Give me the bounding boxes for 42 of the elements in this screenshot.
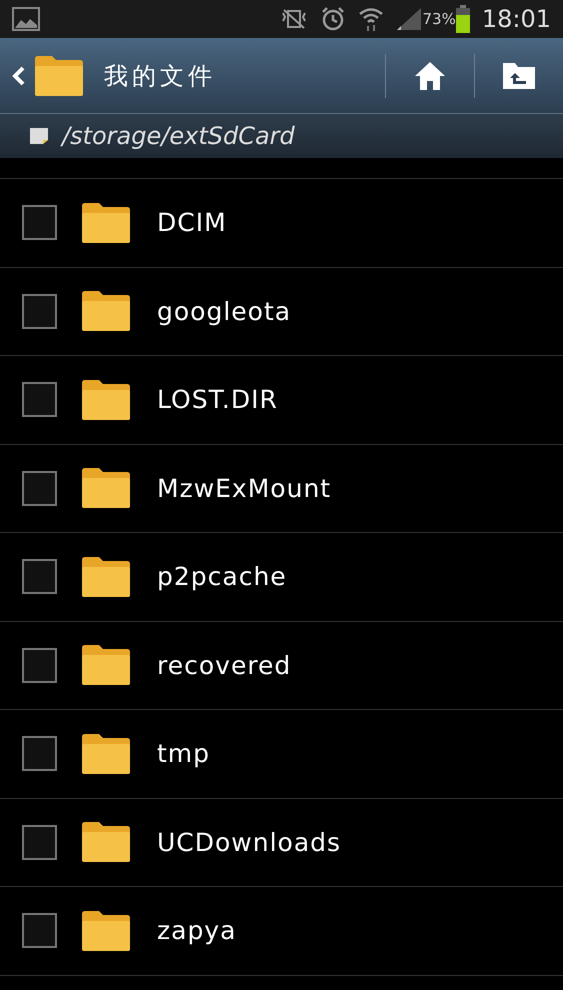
checkbox[interactable] [22,648,57,683]
checkbox[interactable] [22,559,57,594]
folder-icon [81,467,131,510]
battery-icon [456,5,470,33]
folder-up-icon [502,62,536,90]
alarm-icon [320,6,346,32]
checkbox[interactable] [22,294,57,329]
folder-icon [81,732,131,775]
folder-icon [81,556,131,598]
folder-name[interactable]: MzwExMount [157,470,332,507]
checkbox[interactable] [22,382,57,418]
checkbox[interactable] [22,824,57,860]
folder-icon [81,821,131,864]
folder-icon [34,54,84,96]
folder-name[interactable]: recovered [157,646,292,684]
folder-name[interactable]: googleota [157,292,292,330]
folder-name[interactable]: zapya [157,912,236,950]
sd-card-icon [28,127,50,145]
folder-icon [81,644,131,686]
battery-percent: 73% [422,8,456,30]
checkbox[interactable] [22,736,57,772]
checkbox[interactable] [22,913,57,948]
clock-time: 18:01 [482,4,551,35]
signal-icon [396,7,422,31]
folder-icon [81,910,131,952]
folder-icon [81,378,131,421]
folder-name[interactable]: LOST.DIR [157,381,278,418]
folder-icon [81,290,131,332]
folder-icon [81,202,131,244]
folder-name[interactable]: UCDownloads [157,824,342,861]
folder-name[interactable]: DCIM [157,204,227,242]
checkbox[interactable] [22,205,57,240]
folder-name[interactable]: tmp [157,735,210,772]
picture-icon [12,7,40,31]
home-icon [414,60,446,90]
back-icon [12,66,26,86]
path-text: /storage/extSdCard [62,121,295,152]
vibrate-mute-icon [280,8,308,30]
app-title: 我的文件 [104,60,216,92]
checkbox[interactable] [22,470,57,506]
folder-name[interactable]: p2pcache [157,558,287,596]
wifi-icon [358,6,384,32]
